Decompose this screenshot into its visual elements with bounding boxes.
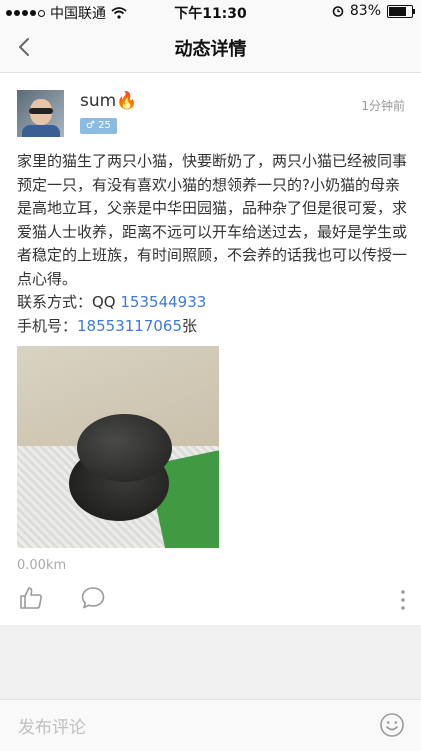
navigation-bar: 动态详情 [0, 22, 421, 73]
post-content: 家里的猫生了两只小猫，快要断奶了，两只小猫已经被同事预定一只，有没有喜欢小猫的想… [17, 150, 412, 338]
contact-label: 联系方式：QQ [17, 293, 121, 311]
post-card: sum🔥 ♂ 25 1分钟前 家里的猫生了两只小猫，快要断奶了，两只小猫已经被同… [0, 73, 421, 625]
post-time: 1分钟前 [361, 99, 405, 113]
more-vertical-icon[interactable] [401, 589, 405, 611]
phone-suffix: 张 [182, 316, 198, 335]
phone-number-link[interactable]: 18553117065 [77, 317, 182, 335]
qq-number-link[interactable]: 153544933 [120, 293, 206, 311]
distance-label: 0.00km [17, 558, 67, 573]
avatar[interactable] [17, 90, 64, 137]
emoji-smile-icon[interactable] [379, 712, 405, 738]
post-photo[interactable] [17, 346, 219, 548]
battery-percent: 83% [349, 3, 381, 19]
comment-input[interactable]: 发布评论 [18, 713, 86, 738]
status-right: 83% [332, 3, 415, 19]
phone-label: 手机号： [17, 316, 78, 335]
username[interactable]: sum🔥 [80, 91, 137, 111]
page-title: 动态详情 [174, 39, 247, 60]
thumbs-up-icon[interactable] [18, 585, 44, 611]
alarm-clock-icon [332, 6, 344, 17]
post-text: 家里的猫生了两只小猫，快要断奶了，两只小猫已经被同事预定一只，有没有喜欢小猫的想… [17, 152, 408, 288]
comment-bubble-icon[interactable] [80, 585, 106, 611]
gender-age-badge: ♂ 25 [80, 118, 117, 134]
battery-icon [387, 4, 415, 18]
status-bar: 中国联通 下午11:30 83% [0, 0, 421, 22]
comment-bar: 发布评论 [0, 699, 421, 751]
